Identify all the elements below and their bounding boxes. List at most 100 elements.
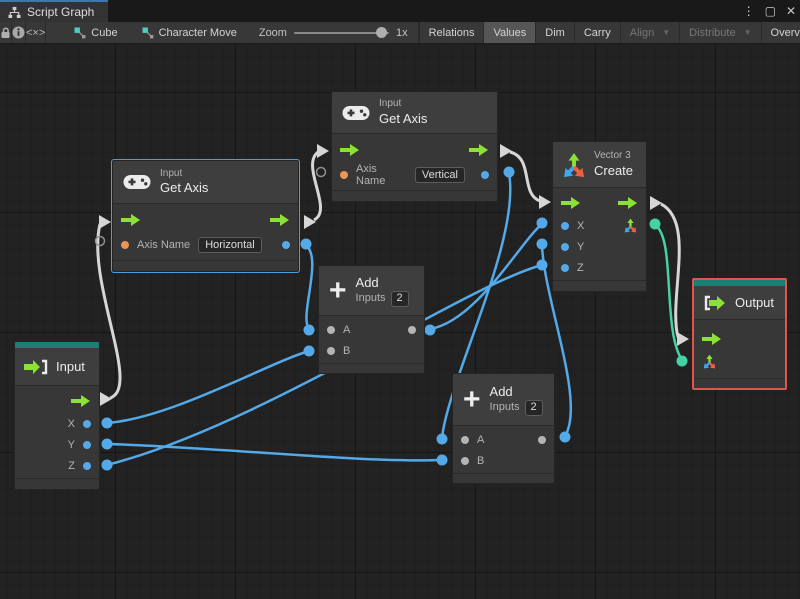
zoom-slider[interactable] [293, 26, 389, 38]
node-category: Input [379, 98, 402, 110]
inputs-label: Inputs [355, 291, 386, 304]
zoom-slider-handle[interactable] [375, 26, 387, 38]
toolbar-button-carry[interactable]: Carry [575, 22, 621, 43]
node-title: Create [594, 162, 634, 178]
button-label: Overview [770, 26, 800, 39]
node-graph-input[interactable]: Input X Y Z [14, 341, 100, 490]
node-title: Add [489, 383, 513, 399]
wire-add1-to-vector3-x [429, 223, 543, 331]
script-graph-icon [74, 27, 86, 38]
value-input-port-a[interactable] [461, 435, 469, 444]
port-label: X [577, 219, 585, 232]
value-input-port-x[interactable] [561, 221, 569, 230]
port-label: B [343, 344, 351, 357]
dropdown-arrow-icon: ▼ [662, 28, 671, 37]
vector3-input-port[interactable] [702, 354, 717, 369]
window-close-icon[interactable]: ✕ [786, 4, 796, 18]
button-label: Carry [583, 26, 611, 39]
value-input-port-b[interactable] [461, 456, 469, 465]
value-input-port-y[interactable] [561, 242, 569, 251]
port-label: A [343, 323, 351, 336]
flow-output-port[interactable] [618, 197, 638, 209]
node-title: Output [735, 295, 775, 310]
graph-canvas[interactable]: Input Get Axis Axis Name Horizontal Inpu… [0, 44, 800, 599]
string-input-port[interactable] [340, 171, 348, 179]
wire-horizontal-to-add1-a [305, 244, 314, 330]
value-output-port[interactable] [282, 241, 290, 249]
node-title: Add [355, 274, 379, 290]
dropdown-arrow-icon: ▼ [743, 28, 752, 37]
gamepad-icon [123, 175, 151, 189]
node-get-axis-horizontal[interactable]: Input Get Axis Axis Name Horizontal [112, 160, 299, 272]
wire-vertical-to-vector3 [509, 150, 541, 203]
breadcrumb-graph-character-move[interactable]: Character Move [130, 22, 249, 43]
node-add-1[interactable]: + Add Inputs 2 A B [318, 265, 425, 374]
flow-output-port[interactable] [71, 395, 91, 407]
value-output-port[interactable] [481, 171, 489, 179]
vector3-output-port[interactable] [623, 218, 638, 233]
zoom-label: Zoom [258, 26, 287, 39]
port-label: A [477, 433, 485, 446]
graph-input-icon [24, 359, 48, 374]
graph-toolbar: <×> Cube Character Move Zoom 1x Relation… [0, 22, 800, 44]
info-button[interactable] [12, 22, 26, 43]
add-icon: + [329, 273, 347, 307]
node-category: Input [160, 167, 183, 179]
node-title: Get Axis [379, 110, 428, 126]
port-label: Axis Name [137, 239, 191, 251]
toolbar-button-distribute[interactable]: Distribute ▼ [680, 22, 762, 43]
script-graph-icon [142, 27, 153, 38]
inputs-count-field[interactable]: 2 [390, 290, 409, 307]
toolbar-button-overview[interactable]: Overview [762, 22, 800, 43]
value-input-port-a[interactable] [327, 325, 335, 334]
flow-input-port[interactable] [702, 333, 722, 345]
window-menu-icon[interactable]: ⋮ [743, 4, 755, 18]
value-output-port-z[interactable] [83, 461, 91, 470]
port-label: X [67, 417, 75, 430]
node-graph-output[interactable]: Output [692, 278, 787, 390]
value-input-port-b[interactable] [327, 346, 335, 355]
toolbar-button-relations[interactable]: Relations [418, 22, 485, 43]
zoom-value: 1x [395, 26, 408, 39]
window-maximize-icon[interactable]: ▢ [765, 4, 776, 18]
toolbar-button-align[interactable]: Align ▼ [621, 22, 681, 43]
value-output-port[interactable] [408, 325, 416, 334]
node-title: Get Axis [160, 180, 209, 196]
wire-inputx-to-add1-b [106, 349, 310, 425]
port-label: Y [67, 438, 75, 451]
flow-input-port[interactable] [561, 197, 581, 209]
wire-inputy-to-add2-b [106, 442, 443, 462]
node-get-axis-vertical[interactable]: Input Get Axis Axis Name Vertical [331, 91, 498, 202]
node-add-2[interactable]: + Add Inputs 2 A B [452, 373, 555, 484]
breadcrumb-graph-cube[interactable]: Cube [62, 22, 129, 43]
port-label: Axis Name [356, 163, 386, 187]
toolbar-button-dim[interactable]: Dim [536, 22, 575, 43]
toolbar-button-values[interactable]: Values [484, 22, 537, 43]
code-view-button[interactable]: <×> [26, 22, 47, 43]
value-input-port-z[interactable] [561, 263, 569, 272]
vector-connection-dots [649, 218, 688, 367]
axis-name-field[interactable]: Horizontal [198, 237, 262, 253]
value-output-port-x[interactable] [83, 419, 91, 428]
lock-button[interactable] [0, 22, 12, 43]
port-label: Z [68, 459, 75, 472]
string-input-port[interactable] [121, 241, 129, 249]
flow-input-port[interactable] [121, 214, 141, 226]
flow-output-port[interactable] [270, 214, 290, 226]
value-output-port-y[interactable] [83, 440, 91, 449]
add-icon: + [463, 382, 481, 416]
flow-output-port[interactable] [469, 144, 489, 156]
node-title: Input [56, 359, 85, 374]
port-label: B [477, 454, 485, 467]
button-label: Dim [545, 26, 565, 39]
node-vector3-create[interactable]: Vector 3 Create X Y Z [552, 141, 647, 292]
inputs-count-field[interactable]: 2 [524, 399, 543, 416]
tab-script-graph[interactable]: Script Graph [0, 0, 109, 22]
lock-icon [1, 26, 10, 38]
axis-name-field[interactable]: Vertical [414, 167, 465, 183]
graph-output-icon [704, 295, 725, 310]
graph-hierarchy-icon [8, 6, 21, 18]
tab-title: Script Graph [27, 5, 95, 19]
flow-input-port[interactable] [340, 144, 360, 156]
value-output-port[interactable] [538, 435, 546, 444]
